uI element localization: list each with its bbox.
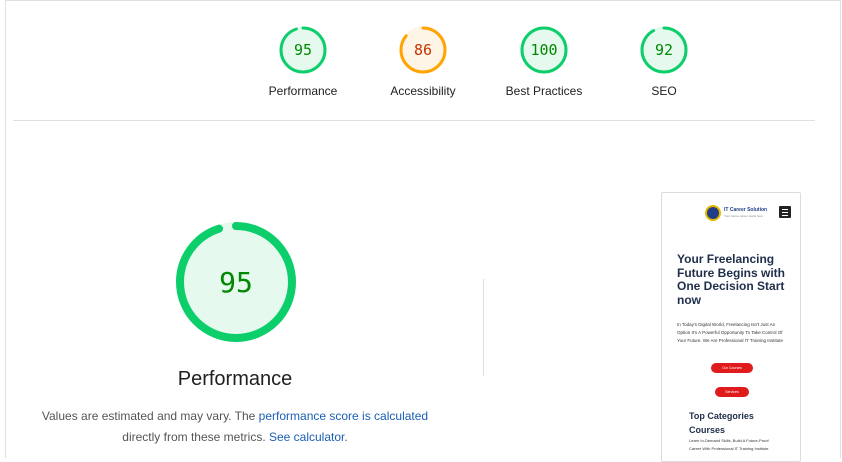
gauge-accessibility-label: Accessibility: [390, 84, 456, 98]
desc-text-3: .: [344, 430, 348, 444]
gauge-performance[interactable]: 95 Performance: [243, 25, 363, 98]
site-brand: IT Career Solution: [724, 207, 768, 213]
site-services-button: Services: [715, 387, 749, 397]
performance-main-score: 95: [219, 266, 253, 299]
desc-text-1: Values are estimated and may vary. The: [41, 409, 259, 423]
gauge-performance-score: 95: [294, 41, 312, 59]
gauge-accessibility-score: 86: [414, 41, 432, 59]
section-divider: [13, 120, 815, 121]
see-calculator-link[interactable]: See calculator: [269, 430, 344, 444]
performance-score-link[interactable]: performance score is calculated: [259, 409, 428, 423]
desc-text-2: directly from these metrics.: [122, 430, 269, 444]
site-logo-icon: [705, 205, 721, 221]
vertical-separator: [483, 279, 484, 376]
gauge-best-practices[interactable]: 100 Best Practices: [484, 25, 604, 98]
site-section-paragraph: Learn In-Demand Skills, Build A Future-P…: [689, 438, 769, 451]
gauge-best-practices-ring: 100: [520, 26, 568, 74]
gauge-performance-ring: 95: [279, 26, 327, 74]
gauge-best-practices-label: Best Practices: [505, 84, 583, 98]
site-hero-heading: Your Freelancing Future Begins with One …: [677, 252, 785, 307]
performance-main-ring: 95: [176, 222, 296, 342]
site-brand-sub: Your future career starts here: [724, 214, 763, 218]
site-hero-paragraph: In Today's Digital World, Freelancing Is…: [677, 322, 783, 343]
gauge-accessibility[interactable]: 86 Accessibility: [363, 25, 483, 98]
gauge-best-practices-score: 100: [530, 41, 557, 59]
performance-main-gauge: 95: [174, 220, 298, 344]
category-gauges: 95 Performance 86 Accessibility 100 Best…: [0, 0, 842, 120]
gauge-seo-ring: 92: [640, 26, 688, 74]
performance-title: Performance: [177, 368, 293, 390]
site-courses-button: Our Courses: [711, 363, 753, 373]
gauge-seo[interactable]: 92 SEO: [604, 25, 724, 98]
gauge-accessibility-ring: 86: [399, 26, 447, 74]
gauge-seo-label: SEO: [651, 84, 677, 98]
page-screenshot-thumbnail[interactable]: IT Career Solution Your future career st…: [661, 192, 801, 462]
performance-description: Values are estimated and may vary. The p…: [22, 406, 448, 448]
gauge-performance-label: Performance: [268, 84, 338, 98]
hamburger-menu-icon: [779, 206, 791, 218]
site-section-heading: Top Categories Courses: [689, 411, 754, 435]
gauge-seo-score: 92: [655, 41, 673, 59]
